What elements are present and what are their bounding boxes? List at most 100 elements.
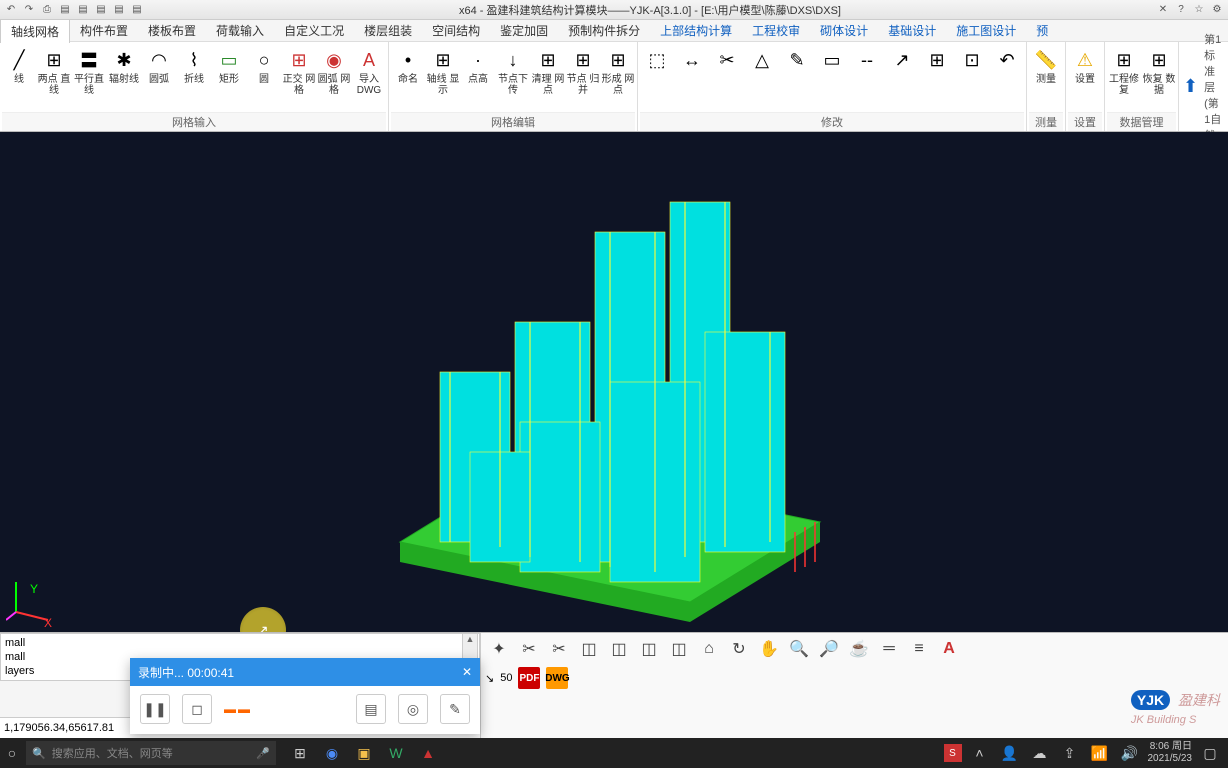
doc4-icon[interactable]: ▤: [130, 3, 144, 17]
ribbon-item-0-1[interactable]: ⊞两点 直线: [37, 44, 71, 112]
ribbon-item-2-3[interactable]: △: [745, 44, 779, 112]
taskbar-search[interactable]: 🔍 搜索应用、文档、网页等 🎤: [26, 741, 276, 765]
tool-rotate-icon[interactable]: ↻: [725, 635, 753, 663]
tool-icon[interactable]: ✕: [1156, 3, 1170, 17]
menu-tab-8[interactable]: 预制构件拆分: [558, 19, 650, 42]
menu-tab-10[interactable]: 工程校审: [742, 19, 810, 42]
pdf-icon[interactable]: PDF: [518, 667, 540, 689]
layer-selector[interactable]: ⬆第1标准层 (第1自然: [1179, 42, 1228, 131]
ribbon-item-0-6[interactable]: ▭矩形: [212, 44, 246, 112]
tool-ruler-icon[interactable]: ═: [875, 635, 903, 663]
ribbon-item-2-0[interactable]: ⬚: [640, 44, 674, 112]
ribbon-item-2-5[interactable]: ▭: [815, 44, 849, 112]
tool-text-icon[interactable]: A: [935, 635, 963, 663]
cloud-icon[interactable]: ☁: [1028, 741, 1052, 765]
taskview-icon[interactable]: ⊞: [288, 741, 312, 765]
doc2-icon[interactable]: ▤: [94, 3, 108, 17]
mic-icon[interactable]: 🎤: [256, 747, 270, 760]
viewport-3d[interactable]: Y X: [0, 132, 1228, 632]
ribbon-item-2-9[interactable]: ⊡: [955, 44, 989, 112]
wifi-icon[interactable]: 📶: [1088, 741, 1112, 765]
ribbon-item-5-1[interactable]: ⊞恢复 数据: [1142, 44, 1176, 112]
ribbon-item-2-7[interactable]: ↗: [885, 44, 919, 112]
ribbon-item-0-7[interactable]: ○圆: [247, 44, 281, 112]
ribbon-item-4-0[interactable]: ⚠设置: [1068, 44, 1102, 112]
arrow-icon[interactable]: ↘: [485, 672, 494, 685]
yjk-app-icon[interactable]: W: [384, 741, 408, 765]
ribbon-item-2-1[interactable]: ↔: [675, 44, 709, 112]
windows-taskbar[interactable]: ○ 🔍 搜索应用、文档、网页等 🎤 ⊞ ◉ ▣ W ▲ S ˄ 👤 ☁ ⇪ 📶 …: [0, 738, 1228, 768]
tool-zoomin-icon[interactable]: 🔍: [785, 635, 813, 663]
doc3-icon[interactable]: ▤: [112, 3, 126, 17]
ribbon-item-2-2[interactable]: ✂: [710, 44, 744, 112]
ribbon-item-1-3[interactable]: ↓节点下传: [496, 44, 530, 112]
tool-box4-icon[interactable]: ◫: [665, 635, 693, 663]
tool-box3-icon[interactable]: ◫: [635, 635, 663, 663]
recorder-header[interactable]: 录制中... 00:00:41 ✕: [130, 658, 480, 686]
menu-tab-7[interactable]: 鉴定加固: [490, 19, 558, 42]
recorder-close-icon[interactable]: ✕: [462, 665, 472, 679]
ribbon-item-5-0[interactable]: ⊞工程修复: [1107, 44, 1141, 112]
menu-tab-9[interactable]: 上部结构计算: [650, 19, 742, 42]
ribbon-item-0-0[interactable]: ╱线: [2, 44, 36, 112]
tool-wand-icon[interactable]: ✦: [485, 635, 513, 663]
redo-icon[interactable]: ↷: [22, 3, 36, 17]
tool-cut2-icon[interactable]: ✂: [545, 635, 573, 663]
chrome-icon[interactable]: ◉: [320, 741, 344, 765]
tool-cut1-icon[interactable]: ✂: [515, 635, 543, 663]
tray-up-icon[interactable]: ˄: [968, 741, 992, 765]
ribbon-item-2-4[interactable]: ✎: [780, 44, 814, 112]
pdf-app-icon[interactable]: ▲: [416, 741, 440, 765]
taskbar-clock[interactable]: 8:06 周日 2021/5/23: [1148, 741, 1193, 765]
ribbon-item-2-10[interactable]: ↶: [990, 44, 1024, 112]
ribbon-item-1-0[interactable]: •命名: [391, 44, 425, 112]
gear-icon[interactable]: ⚙: [1210, 3, 1224, 17]
tool-pan-icon[interactable]: ✋: [755, 635, 783, 663]
notifications-icon[interactable]: ▢: [1198, 741, 1222, 765]
marker-button[interactable]: ◎: [398, 694, 428, 724]
tool-box2-icon[interactable]: ◫: [605, 635, 633, 663]
print-icon[interactable]: ⎙: [40, 3, 54, 17]
tool-box1-icon[interactable]: ◫: [575, 635, 603, 663]
ribbon-item-2-6[interactable]: --: [850, 44, 884, 112]
help-icon[interactable]: ?: [1174, 3, 1188, 17]
tool-layers-icon[interactable]: ≡: [905, 635, 933, 663]
screen-recorder[interactable]: 录制中... 00:00:41 ✕ ❚❚ ◻ ▬▬ ▤ ◎ ✎: [130, 658, 480, 734]
ribbon-item-1-5[interactable]: ⊞节点 归并: [566, 44, 600, 112]
explorer-icon[interactable]: ▣: [352, 741, 376, 765]
cortana-icon[interactable]: ○: [0, 741, 24, 765]
dwg-icon[interactable]: DWG: [546, 667, 568, 689]
stop-button[interactable]: ◻: [182, 694, 212, 724]
undo-icon[interactable]: ↶: [4, 3, 18, 17]
menu-tab-1[interactable]: 构件布置: [70, 19, 138, 42]
star-icon[interactable]: ☆: [1192, 3, 1206, 17]
tool-zoomout-icon[interactable]: 🔎: [815, 635, 843, 663]
pen-button[interactable]: ✎: [440, 694, 470, 724]
people-icon[interactable]: 👤: [998, 741, 1022, 765]
ribbon-item-2-8[interactable]: ⊞: [920, 44, 954, 112]
ribbon-item-0-8[interactable]: ⊞正交 网格: [282, 44, 316, 112]
ribbon-item-0-10[interactable]: A导入 DWG: [352, 44, 386, 112]
ribbon-item-0-4[interactable]: ◠圆弧: [142, 44, 176, 112]
ribbon-item-1-2[interactable]: ·点高: [461, 44, 495, 112]
menu-tab-2[interactable]: 楼板布置: [138, 19, 206, 42]
save-icon[interactable]: ▤: [58, 3, 72, 17]
ribbon-item-1-1[interactable]: ⊞轴线 显示: [426, 44, 460, 112]
ribbon-item-1-4[interactable]: ⊞清理 网点: [531, 44, 565, 112]
usb-icon[interactable]: ⇪: [1058, 741, 1082, 765]
ribbon-item-0-2[interactable]: 〓平行直线: [72, 44, 106, 112]
menu-tab-12[interactable]: 基础设计: [878, 19, 946, 42]
doc1-icon[interactable]: ▤: [76, 3, 90, 17]
ribbon-item-3-0[interactable]: 📏测量: [1029, 44, 1063, 112]
menu-tab-13[interactable]: 施工图设计: [946, 19, 1026, 42]
ribbon-item-1-6[interactable]: ⊞形成 网点: [601, 44, 635, 112]
ribbon-item-0-5[interactable]: ⌇折线: [177, 44, 211, 112]
menu-tab-5[interactable]: 楼层组装: [354, 19, 422, 42]
ribbon-item-0-3[interactable]: ✱辐射线: [107, 44, 141, 112]
menu-tab-0[interactable]: 轴线网格: [0, 19, 70, 43]
volume-icon[interactable]: 🔊: [1118, 741, 1142, 765]
tool-teapot-icon[interactable]: ☕: [845, 635, 873, 663]
menu-tab-3[interactable]: 荷载输入: [206, 19, 274, 42]
menu-tab-4[interactable]: 自定义工况: [274, 19, 354, 42]
tool-home-icon[interactable]: ⌂: [695, 635, 723, 663]
